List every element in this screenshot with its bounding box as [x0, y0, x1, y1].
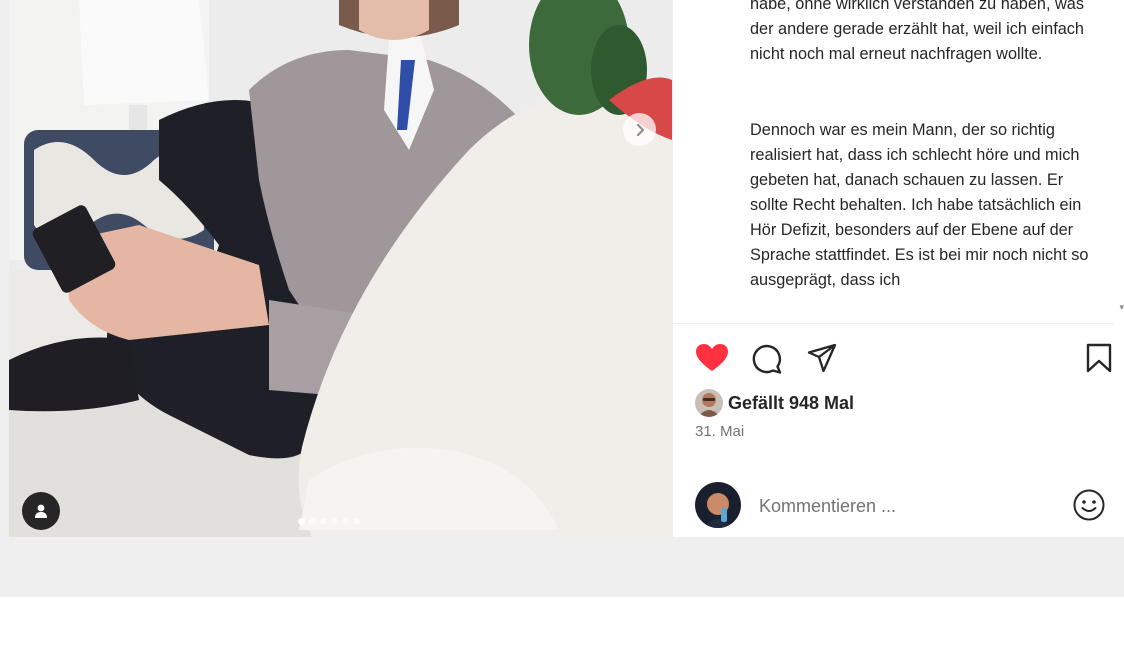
emoji-icon — [1073, 489, 1105, 521]
post-date[interactable]: 31. Mai — [695, 423, 744, 440]
bookmark-icon — [1086, 343, 1112, 373]
carousel-dot — [298, 518, 305, 525]
carousel-dot — [342, 518, 349, 525]
comment-button[interactable] — [751, 343, 783, 380]
caption-paragraph: Dennoch war es mein Mann, der so richtig… — [750, 121, 1089, 289]
post-side-panel: habe, ohne wirklich verstanden zu haben,… — [672, 0, 1124, 537]
chevron-right-icon — [636, 123, 644, 136]
carousel-dot — [331, 518, 338, 525]
emoji-button[interactable] — [1072, 488, 1106, 527]
next-image-button[interactable] — [623, 113, 656, 146]
photo-scene — [9, 0, 672, 537]
likes-summary[interactable]: Gefällt 948 Mal — [695, 389, 854, 417]
user-icon — [35, 504, 47, 518]
paper-plane-icon — [807, 343, 837, 373]
comment-icon — [752, 344, 782, 374]
tagged-users-button[interactable] — [22, 492, 60, 530]
post-modal: habe, ohne wirklich verstanden zu haben,… — [9, 0, 1124, 537]
carousel-dot — [309, 518, 316, 525]
carousel-dot — [353, 518, 360, 525]
share-button[interactable] — [807, 343, 837, 378]
scroll-down-arrow-icon[interactable]: ▾ — [1119, 302, 1124, 313]
caption-scrollbar[interactable]: ▾ — [1114, 0, 1124, 323]
heart-filled-icon — [696, 344, 728, 371]
caption-paragraph: habe, ohne wirklich verstanden zu haben,… — [750, 0, 1084, 63]
likes-count[interactable]: Gefällt 948 Mal — [728, 393, 854, 414]
save-button[interactable] — [1086, 343, 1112, 378]
like-button[interactable] — [695, 343, 729, 378]
comment-input[interactable] — [757, 492, 1041, 520]
carousel-indicator — [298, 518, 360, 525]
post-photo[interactable] — [9, 0, 672, 537]
post-action-bar — [673, 337, 1114, 387]
avatar — [695, 389, 723, 417]
caption-area: habe, ohne wirklich verstanden zu haben,… — [673, 0, 1114, 324]
avatar — [695, 482, 741, 528]
carousel-dot — [320, 518, 327, 525]
add-comment-bar — [673, 475, 1114, 535]
